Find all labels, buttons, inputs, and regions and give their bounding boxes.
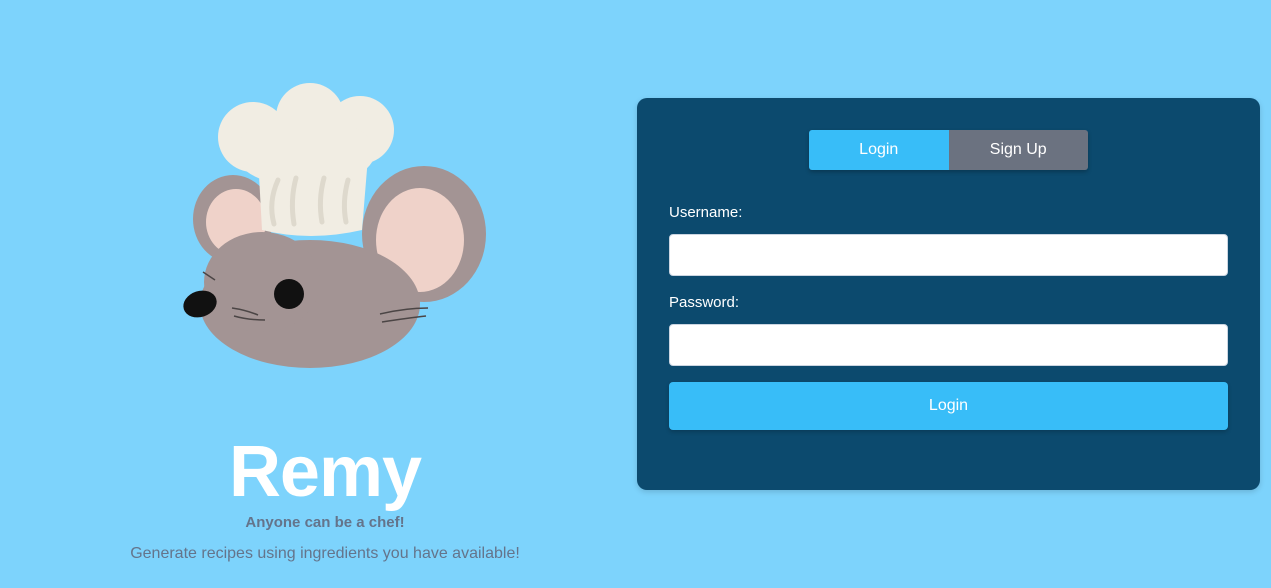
auth-tabs: Login Sign Up xyxy=(809,130,1088,170)
password-label: Password: xyxy=(669,294,740,311)
username-input[interactable] xyxy=(669,234,1228,276)
username-label: Username: xyxy=(669,204,743,221)
brand-section: Remy Anyone can be a chef! Generate reci… xyxy=(0,0,650,588)
brand-description: Generate recipes using ingredients you h… xyxy=(130,545,520,562)
brand-tagline: Anyone can be a chef! xyxy=(245,514,405,531)
auth-card: Login Sign Up Username: Password: Login xyxy=(637,98,1260,490)
login-button[interactable]: Login xyxy=(669,382,1228,430)
password-input[interactable] xyxy=(669,324,1228,366)
tab-sign-up[interactable]: Sign Up xyxy=(948,130,1088,170)
tab-login[interactable]: Login xyxy=(809,130,949,170)
brand-title: Remy xyxy=(228,432,422,512)
chef-mouse-icon xyxy=(183,83,486,368)
